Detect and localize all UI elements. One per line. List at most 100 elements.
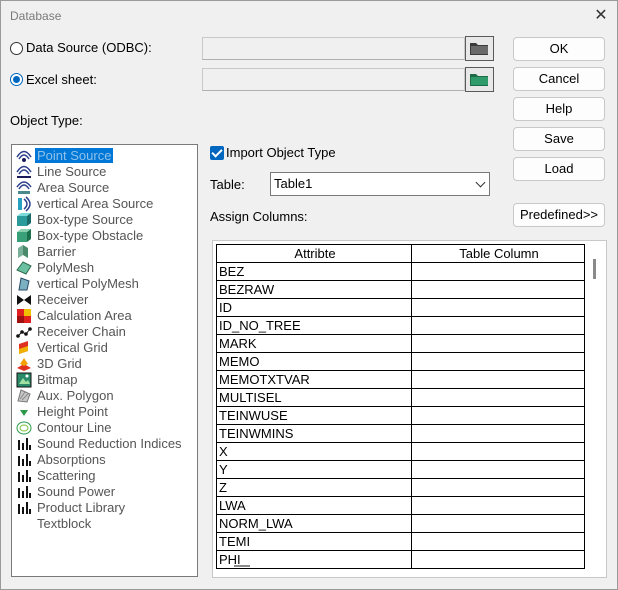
- receiver-icon: [16, 292, 32, 307]
- attribute-cell[interactable]: MEMO: [216, 352, 412, 371]
- table-column-cell[interactable]: [411, 334, 585, 353]
- attribute-cell[interactable]: ID: [216, 298, 412, 317]
- assign-columns-grid[interactable]: Attribte Table Column BEZ BEZRAW ID ID_NO_T…: [212, 240, 607, 578]
- table-column-cell[interactable]: [411, 460, 585, 479]
- attribute-cell[interactable]: TEINWMINS: [216, 424, 412, 443]
- bar-chart-icon: [16, 484, 32, 499]
- attribute-cell[interactable]: TEINWUSE: [216, 406, 412, 425]
- object-type-label: Box-type Obstacle: [37, 228, 144, 243]
- attribute-cell[interactable]: NORM_LWA: [216, 514, 412, 533]
- horizontal-scrollbar[interactable]: [234, 565, 250, 567]
- table-row[interactable]: TEINWUSE: [216, 406, 585, 425]
- table-row[interactable]: X: [216, 442, 585, 461]
- table-row[interactable]: LWA: [216, 496, 585, 515]
- folder-icon: [470, 74, 488, 86]
- table-row[interactable]: MEMO: [216, 352, 585, 371]
- vertical-area-source-icon: [16, 196, 32, 212]
- table-row[interactable]: TEINWMINS: [216, 424, 585, 443]
- table-row[interactable]: TEMI: [216, 532, 585, 551]
- object-type-label: Box-type Source: [37, 212, 134, 227]
- table-row[interactable]: PHI: [216, 550, 585, 569]
- folder-icon: [470, 43, 488, 55]
- object-type-label: Receiver: [37, 292, 89, 307]
- attribute-cell[interactable]: MARK: [216, 334, 412, 353]
- browse-odbc-button[interactable]: [465, 36, 494, 61]
- table-column-cell[interactable]: [411, 262, 585, 281]
- table-column-cell[interactable]: [411, 424, 585, 443]
- attribute-cell[interactable]: Y: [216, 460, 412, 479]
- attribute-cell[interactable]: MULTISEL: [216, 388, 412, 407]
- vertical-polymesh-icon: [16, 276, 32, 291]
- import-object-type-checkbox[interactable]: [210, 146, 224, 160]
- column-header-attribute[interactable]: Attribte: [216, 244, 412, 263]
- column-header-table-column[interactable]: Table Column: [411, 244, 585, 263]
- object-type-label: Object Type:: [10, 113, 83, 128]
- table-row[interactable]: MEMOTXTVAR: [216, 370, 585, 389]
- object-type-list[interactable]: Point Source Line Source Area Source vertic…: [11, 144, 198, 577]
- load-button[interactable]: Load: [513, 157, 605, 181]
- table-column-cell[interactable]: [411, 388, 585, 407]
- help-button[interactable]: Help: [513, 97, 605, 121]
- table-row[interactable]: Z: [216, 478, 585, 497]
- object-type-label: vertical PolyMesh: [37, 276, 139, 291]
- table-column-cell[interactable]: [411, 370, 585, 389]
- object-type-label: Point Source: [35, 148, 114, 163]
- table-row[interactable]: BEZRAW: [216, 280, 585, 299]
- table-column-cell[interactable]: [411, 406, 585, 425]
- table-column-cell[interactable]: [411, 298, 585, 317]
- odbc-field[interactable]: [202, 37, 465, 60]
- line-source-icon: [16, 164, 32, 179]
- attribute-cell[interactable]: TEMI: [216, 532, 412, 551]
- browse-excel-button[interactable]: [465, 67, 494, 92]
- table-select-value: Table1: [274, 176, 313, 191]
- bar-chart-icon: [16, 468, 32, 483]
- attribute-cell[interactable]: ID_NO_TREE: [216, 316, 412, 335]
- odbc-label: Data Source (ODBC):: [26, 40, 152, 55]
- polymesh-icon: [16, 260, 32, 275]
- table-column-cell[interactable]: [411, 352, 585, 371]
- table-column-cell[interactable]: [411, 532, 585, 551]
- table-column-cell[interactable]: [411, 514, 585, 533]
- ok-button[interactable]: OK: [513, 37, 605, 61]
- attribute-cell[interactable]: Z: [216, 478, 412, 497]
- table-column-cell[interactable]: [411, 496, 585, 515]
- odbc-radio[interactable]: [10, 42, 23, 55]
- object-type-label: vertical Area Source: [37, 196, 154, 211]
- table-column-cell[interactable]: [411, 442, 585, 461]
- table-column-cell[interactable]: [411, 280, 585, 299]
- attribute-cell[interactable]: MEMOTXTVAR: [216, 370, 412, 389]
- table-row[interactable]: ID_NO_TREE: [216, 316, 585, 335]
- box-source-icon: [16, 212, 32, 227]
- import-object-type-label: Import Object Type: [226, 145, 336, 160]
- cancel-button[interactable]: Cancel: [513, 67, 605, 91]
- excel-radio[interactable]: [10, 73, 23, 86]
- table-row[interactable]: NORM_LWA: [216, 514, 585, 533]
- calculation-area-icon: [16, 308, 32, 323]
- blank-icon: [16, 516, 32, 531]
- 3d-grid-icon: [16, 356, 32, 371]
- table-label: Table:: [210, 177, 245, 192]
- table-column-cell[interactable]: [411, 550, 585, 569]
- attribute-cell[interactable]: BEZ: [216, 262, 412, 281]
- attribute-cell[interactable]: BEZRAW: [216, 280, 412, 299]
- predefined-button[interactable]: Predefined>>: [513, 203, 605, 227]
- save-button[interactable]: Save: [513, 127, 605, 151]
- table-row[interactable]: MULTISEL: [216, 388, 585, 407]
- object-type-label: Height Point: [37, 404, 108, 419]
- object-type-label: Calculation Area: [37, 308, 132, 323]
- table-row[interactable]: Y: [216, 460, 585, 479]
- vertical-scrollbar[interactable]: [593, 259, 596, 279]
- table-column-cell[interactable]: [411, 478, 585, 497]
- table-row[interactable]: BEZ: [216, 262, 585, 281]
- attribute-cell[interactable]: X: [216, 442, 412, 461]
- excel-field[interactable]: [202, 68, 465, 91]
- table-column-cell[interactable]: [411, 316, 585, 335]
- bar-chart-icon: [16, 436, 32, 451]
- table-row[interactable]: ID: [216, 298, 585, 317]
- object-type-label: Area Source: [37, 180, 110, 195]
- object-type-label: Barrier: [37, 244, 77, 259]
- table-select[interactable]: Table1: [270, 172, 490, 196]
- close-icon[interactable]: ✕: [589, 6, 613, 26]
- attribute-cell[interactable]: LWA: [216, 496, 412, 515]
- table-row[interactable]: MARK: [216, 334, 585, 353]
